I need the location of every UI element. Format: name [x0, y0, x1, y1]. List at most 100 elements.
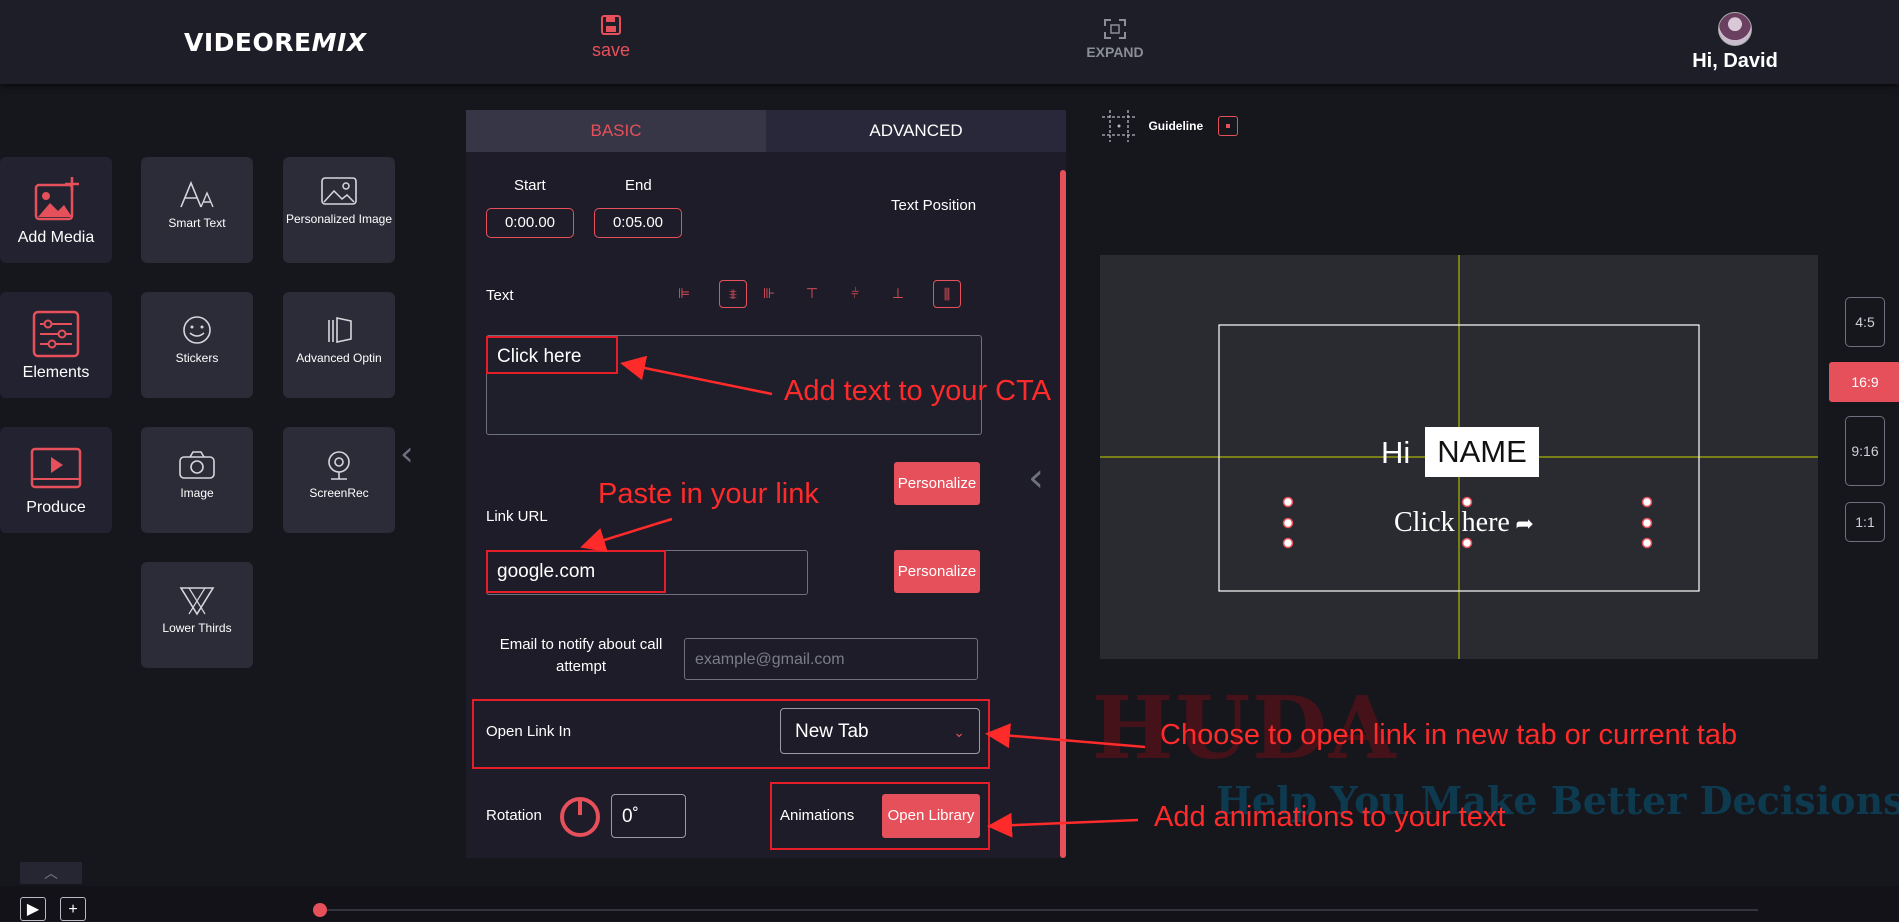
link-url-value[interactable]: google.com: [486, 550, 666, 593]
aspect-9-16-button[interactable]: 9:16: [1845, 416, 1885, 486]
annotation-open-link: Choose to open link in new tab or curren…: [1160, 719, 1738, 751]
logo-text-mix: MIX: [311, 28, 367, 57]
guideline-checkbox[interactable]: [1217, 116, 1238, 136]
user-menu[interactable]: Hi, David: [1680, 12, 1790, 73]
annotation-link: Paste in your link: [598, 478, 819, 510]
timeline-bar: [0, 886, 1899, 921]
align-bottom-icon[interactable]: ⊥: [885, 280, 911, 306]
play-icon: ▶: [26, 901, 40, 918]
tab-advanced[interactable]: ADVANCED: [766, 110, 1066, 152]
end-time-input[interactable]: 0:05.00: [594, 208, 682, 238]
elements-button[interactable]: Elements: [0, 292, 112, 398]
guideline-label: Guideline: [1148, 119, 1204, 133]
stickers-tile[interactable]: Stickers: [141, 292, 253, 398]
email-notify-label: Email to notify about call attempt: [496, 634, 666, 678]
rotation-label: Rotation: [486, 807, 542, 824]
optin-icon: [328, 317, 352, 343]
email-input[interactable]: example@gmail.com: [684, 638, 978, 680]
tile-label: Produce: [26, 499, 86, 516]
end-label: End: [625, 177, 652, 194]
sliders-icon: [32, 310, 80, 358]
smiley-icon: [183, 316, 211, 344]
floppy-disk-icon: [601, 15, 621, 35]
link-url-label: Link URL: [486, 508, 548, 525]
tile-label: Stickers: [175, 351, 219, 365]
rotation-dial-icon[interactable]: [559, 796, 601, 838]
canvas-cta-text: Click here: [1394, 507, 1510, 538]
tile-label: Add Media: [17, 229, 95, 246]
tile-label: Image: [180, 486, 214, 500]
videoremix-logo[interactable]: VIDEOREMIX: [184, 28, 367, 57]
panel-scrollbar[interactable]: [1060, 170, 1066, 858]
align-right-icon[interactable]: ⊪: [756, 280, 782, 306]
advanced-optin-tile[interactable]: Advanced Optin: [283, 292, 395, 398]
start-time-input[interactable]: 0:00.00: [486, 208, 574, 238]
align-vertical-center-icon[interactable]: ⫼: [933, 280, 961, 308]
tile-label: ScreenRec: [309, 486, 369, 500]
text-position-label: Text Position: [891, 197, 977, 214]
collapse-panel-chevron-icon[interactable]: ‹: [1028, 455, 1044, 501]
lower-thirds-tile[interactable]: Lower Thirds: [141, 562, 253, 668]
play-button[interactable]: ▶: [20, 897, 46, 921]
canvas-hi-text[interactable]: Hi: [1381, 435, 1410, 471]
image-icon: [321, 177, 357, 205]
play-screen-icon: [30, 447, 82, 489]
open-link-select[interactable]: New Tab ⌄: [780, 708, 980, 754]
aspect-4-5-button[interactable]: 4:5: [1845, 297, 1885, 347]
logo-text: VIDEORE: [184, 28, 312, 57]
add-media-button[interactable]: Add Media: [0, 157, 112, 263]
grid-guideline-icon: [1102, 110, 1136, 142]
save-label: save: [591, 40, 631, 60]
cta-text-value[interactable]: Click here: [486, 336, 618, 374]
personalize-text-button[interactable]: Personalize: [894, 462, 980, 505]
canvas-cta-element[interactable]: Click here ➦: [1394, 507, 1534, 539]
add-track-button[interactable]: +: [60, 897, 86, 921]
text-label: Text: [486, 287, 514, 304]
personalize-link-button[interactable]: Personalize: [894, 550, 980, 593]
tile-label: Elements: [22, 364, 90, 381]
align-left-icon[interactable]: ⊫: [671, 280, 697, 306]
annotation-animations: Add animations to your text: [1154, 801, 1506, 833]
aspect-16-9-button[interactable]: 16:9: [1829, 362, 1899, 402]
align-top-icon[interactable]: ⊤: [799, 280, 825, 306]
produce-button[interactable]: Produce: [0, 427, 112, 533]
screenrec-tile[interactable]: ScreenRec: [283, 427, 395, 533]
smart-text-tile[interactable]: Smart Text: [141, 157, 253, 263]
checkbox-dot: [1225, 124, 1230, 128]
tile-label: Personalized Image: [285, 212, 393, 226]
email-notify-label-line2: attempt: [555, 658, 607, 675]
lower-thirds-icon: [179, 587, 215, 616]
tile-label: Lower Thirds: [162, 621, 232, 635]
open-link-value: New Tab: [795, 721, 869, 742]
align-middle-icon[interactable]: ⫩: [842, 280, 868, 306]
chevron-down-icon: ⌄: [953, 724, 965, 740]
aspect-1-1-button[interactable]: 1:1: [1845, 502, 1885, 542]
text-icon: [180, 180, 214, 208]
collapse-tools-chevron-icon[interactable]: ‹: [400, 434, 414, 474]
align-center-icon[interactable]: ⩨: [719, 280, 747, 308]
share-arrow-icon: ➦: [1509, 511, 1534, 536]
email-notify-label-line1: Email to notify about call: [499, 636, 663, 653]
image-tile[interactable]: Image: [141, 427, 253, 533]
expand-label: EXPAND: [1086, 44, 1144, 60]
plus-icon: +: [68, 901, 78, 918]
guideline-toggle[interactable]: Guideline: [1100, 108, 1238, 144]
camera-icon: [179, 451, 215, 479]
open-library-button[interactable]: Open Library: [882, 794, 980, 838]
rotation-input[interactable]: 0˚: [611, 794, 686, 838]
tile-label: Smart Text: [168, 216, 226, 230]
timeline-collapse-chevron-icon[interactable]: ︿: [20, 862, 82, 884]
expand-icon: [1104, 19, 1126, 39]
save-button[interactable]: save: [580, 14, 642, 61]
personalized-image-tile[interactable]: Personalized Image: [283, 157, 395, 263]
tile-label: Advanced Optin: [296, 351, 382, 365]
video-preview-canvas[interactable]: Hi NAME Click here ➦: [1100, 255, 1818, 659]
canvas-name-tag[interactable]: NAME: [1425, 427, 1539, 477]
tab-basic[interactable]: BASIC: [466, 110, 766, 152]
start-label: Start: [514, 177, 546, 194]
user-greeting: Hi, David: [1692, 50, 1778, 72]
timeline-track[interactable]: [318, 909, 1758, 911]
timeline-scrubber[interactable]: [313, 903, 327, 917]
expand-button[interactable]: EXPAND: [1075, 18, 1155, 60]
annotation-cta: Add text to your CTA: [784, 375, 1052, 407]
